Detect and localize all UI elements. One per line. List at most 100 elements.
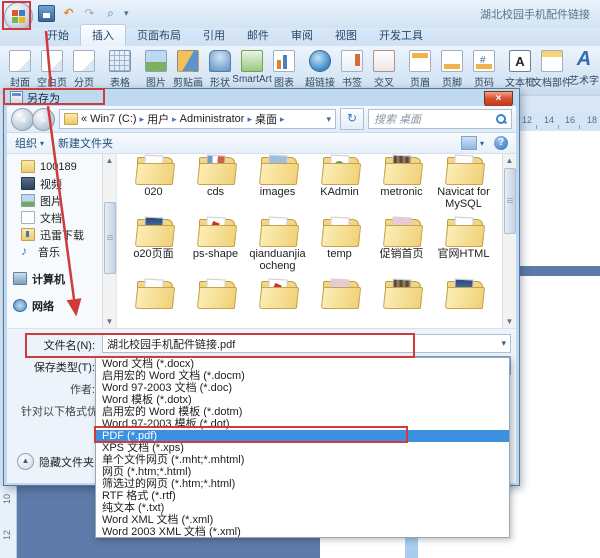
clipart-button[interactable]: 剪贴画 [172,49,204,90]
breadcrumb-segment-administrator[interactable]: Administrator [180,113,245,125]
filetype-option-txt[interactable]: 纯文本 (*.txt) [96,502,509,514]
filetype-option-doc[interactable]: Word 97-2003 文档 (*.doc) [96,382,509,394]
page-break-button[interactable]: 分页 [68,49,100,90]
filetype-option-2003-xml[interactable]: Word 2003 XML 文档 (*.xml) [96,526,509,538]
breadcrumb-segment-users[interactable]: 用户 [147,111,169,127]
qat-customize-icon[interactable]: ▾ [124,8,129,19]
table-button[interactable]: 表格 [104,49,136,90]
filetype-option-pdf[interactable]: PDF (*.pdf) [96,430,509,442]
breadcrumb[interactable]: « Win7 (C:) ▸ 用户 ▸ Administrator ▸ 桌面 ▸ … [59,109,336,129]
print-preview-icon[interactable]: ⌕ [103,6,118,21]
chevron-down-icon[interactable]: ▾ [501,338,506,349]
search-icon[interactable] [496,114,506,124]
scroll-down-icon[interactable]: ▼ [103,315,116,328]
sidebar-item-music[interactable]: ♪音乐 [7,243,116,260]
dialog-title-bar[interactable]: 另存为 [4,89,519,106]
header-button[interactable]: 页眉 [404,49,436,90]
bookmark-button[interactable]: 书签 [336,49,368,90]
breadcrumb-dropdown-icon[interactable]: ▾ [326,114,331,125]
filetype-option-xps[interactable]: XPS 文档 (*.xps) [96,442,509,454]
tab-page-layout[interactable]: 页面布局 [126,25,192,46]
breadcrumb-segment-desktop[interactable]: 桌面 [255,111,277,127]
sidebar-item-network[interactable]: 网络 [7,297,116,314]
smartart-button[interactable]: SmartArt [236,49,268,86]
folder-item-kadmin[interactable]: KAdmin [309,154,370,210]
office-button[interactable] [4,2,33,31]
hyperlink-button[interactable]: 超链接 [304,49,336,90]
tab-review[interactable]: 审阅 [280,25,324,46]
organize-button[interactable]: 组织▾ [15,135,44,151]
page-number-button[interactable]: 页码 [468,49,500,90]
folder-item-partial[interactable] [309,278,370,310]
folder-item-metronic[interactable]: metronic [371,154,432,210]
filetype-option-xml[interactable]: Word XML 文档 (*.xml) [96,514,509,526]
quick-parts-button[interactable]: 文档部件 [536,49,568,90]
shapes-button[interactable]: 形状 [204,49,236,90]
tab-developer[interactable]: 开发工具 [368,25,434,46]
folder-item-partial[interactable] [185,278,246,310]
filename-input[interactable]: 湖北校园手机配件链接.pdf ▾ [102,334,511,353]
filetype-option-dot[interactable]: Word 97-2003 模板 (*.dot) [96,418,509,430]
scroll-down-icon[interactable]: ▼ [503,315,516,328]
scroll-up-icon[interactable]: ▲ [503,154,516,167]
scrollbar-thumb[interactable] [504,168,516,234]
sidebar-item-pictures[interactable]: 图片 [7,192,116,209]
folder-item-020[interactable]: 020 [123,154,184,210]
picture-button[interactable]: 图片 [140,49,172,90]
redo-icon[interactable]: ↷ [82,6,97,21]
scroll-up-icon[interactable]: ▲ [103,154,116,167]
folder-item-promo[interactable]: 促销首页 [371,216,432,272]
sidebar-item-videos[interactable]: 视频 [7,175,116,192]
filetype-option-mht[interactable]: 单个文件网页 (*.mht;*.mhtml) [96,454,509,466]
folder-item-partial[interactable] [247,278,308,310]
back-button[interactable]: ◂ [11,108,34,131]
tab-view[interactable]: 视图 [324,25,368,46]
footer-button[interactable]: 页脚 [436,49,468,90]
folder-item-html[interactable]: 官网HTML [433,216,494,272]
filetype-option-dotm[interactable]: 启用宏的 Word 模板 (*.dotm) [96,406,509,418]
sidebar-item-100189[interactable]: 100189 [7,158,116,175]
tab-references[interactable]: 引用 [192,25,236,46]
folder-item-images[interactable]: images [247,154,308,210]
folder-item-ps-shape[interactable]: ps-shape [185,216,246,272]
help-button[interactable]: ? [494,136,508,150]
sidebar-item-documents[interactable]: 文档 [7,209,116,226]
folder-item-o20[interactable]: o20页面 [123,216,184,272]
new-folder-button[interactable]: 新建文件夹 [58,135,113,151]
change-view-button[interactable]: ▾ [461,136,484,150]
folder-item-partial[interactable] [433,278,494,310]
sidebar-item-computer[interactable]: 计算机 [7,270,116,287]
filetype-option-dotx[interactable]: Word 模板 (*.dotx) [96,394,509,406]
scrollbar-thumb[interactable] [104,202,116,274]
blank-page-button[interactable]: 空白页 [36,49,68,90]
file-list-scrollbar[interactable]: ▲ ▼ [502,154,516,328]
breadcrumb-segment-drive[interactable]: Win7 (C:) [90,113,136,125]
cover-page-button[interactable]: 封面 [4,49,36,90]
hide-folders-button[interactable]: ▲ 隐藏文件夹 [17,453,94,470]
sidebar-item-downloads[interactable]: 迅雷下载 [7,226,116,243]
folder-item-qianduanjiaocheng[interactable]: qianduanjiaocheng [247,216,308,272]
chart-button[interactable]: 图表 [268,49,300,90]
tab-home[interactable]: 开始 [36,25,80,46]
filetype-option-filtered-htm[interactable]: 筛选过的网页 (*.htm;*.html) [96,478,509,490]
filetype-option-htm[interactable]: 网页 (*.htm;*.html) [96,466,509,478]
undo-icon[interactable]: ↶ [61,6,76,21]
close-button[interactable]: × [484,91,513,107]
tab-insert[interactable]: 插入 [80,24,126,46]
save-icon[interactable] [38,5,55,22]
search-input[interactable]: 搜索 桌面 [368,109,512,129]
folder-item-temp[interactable]: temp [309,216,370,272]
forward-button[interactable]: ▸ [32,108,55,131]
tab-mailings[interactable]: 邮件 [236,25,280,46]
filetype-option-rtf[interactable]: RTF 格式 (*.rtf) [96,490,509,502]
wordart-button[interactable]: A艺术字 [568,49,600,88]
sidebar-scrollbar[interactable]: ▲ ▼ [102,154,116,328]
folder-item-cds[interactable]: cds [185,154,246,210]
filetype-option-docx[interactable]: Word 文档 (*.docx) [96,358,509,370]
refresh-button[interactable]: ↻ [340,108,364,130]
folder-item-navicat[interactable]: Navicat for MySQL [433,154,494,210]
filetype-option-docm[interactable]: 启用宏的 Word 文档 (*.docm) [96,370,509,382]
folder-item-partial[interactable] [123,278,184,310]
cross-reference-button[interactable]: 交叉 [368,49,400,90]
folder-item-partial[interactable] [371,278,432,310]
